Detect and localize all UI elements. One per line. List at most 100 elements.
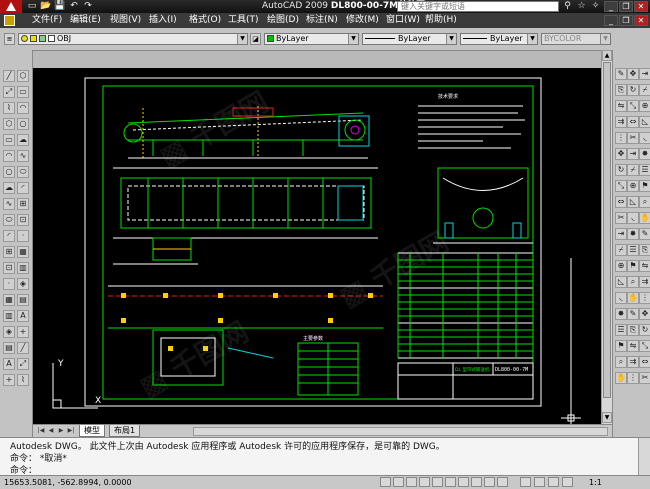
help-search-input[interactable]: 键入关键字或短语 [397,1,559,12]
scale-icon[interactable]: ⇉ [639,276,650,288]
offset-icon[interactable]: ✋ [639,212,650,224]
tab-model[interactable]: 模型 [79,425,105,437]
redo-icon[interactable]: ↷ [82,1,94,12]
region-icon[interactable]: ⊡ [17,214,29,226]
menu-window[interactable]: 窗口(W) [386,13,420,28]
scroll-down-icon[interactable]: ▼ [602,412,612,423]
insert-block-icon[interactable]: ⊞ [3,246,15,258]
gradient-icon[interactable]: ⊞ [17,198,29,210]
scroll-up-icon[interactable]: ▲ [602,50,612,61]
favorites-icon[interactable]: ✧ [589,1,602,12]
ducs-toggle-icon[interactable] [458,477,469,487]
chamfer-icon[interactable]: ✂ [639,372,650,384]
zoom-icon[interactable] [548,477,559,487]
rotate-icon[interactable]: ⇋ [639,260,650,272]
copy-icon[interactable]: ⚑ [639,180,650,192]
save-icon[interactable]: 💾 [54,1,66,12]
properties-icon[interactable]: ☰ [615,324,627,336]
doc-close-button[interactable]: ✕ [634,15,648,26]
break-icon[interactable]: ⤡ [639,340,650,352]
revision-cloud-icon[interactable]: ☁ [3,182,15,194]
rotate-icon[interactable]: ⋮ [627,372,639,384]
erase-icon[interactable]: ☰ [639,164,650,176]
autocad-logo-icon[interactable] [0,0,22,13]
arc-icon[interactable]: ◠ [3,150,15,162]
insert-block-icon[interactable]: ☁ [17,134,29,146]
layer-manager-icon[interactable]: ≡ [4,33,15,45]
mirror-icon[interactable]: ⌕ [639,196,650,208]
extend-icon[interactable]: ⇔ [627,116,639,128]
plotstyle-dropdown[interactable]: BYCOLOR ▼ [541,33,611,45]
hatch-icon[interactable]: ◜ [17,182,29,194]
layer-dropdown[interactable]: OBJ ▼ [18,33,248,45]
ellipse-icon[interactable]: ◠ [17,102,29,114]
lwt-toggle-icon[interactable] [484,477,495,487]
restore-button[interactable]: ❐ [619,1,633,12]
array-icon[interactable]: ⇋ [627,340,639,352]
break-icon[interactable]: ✂ [627,132,639,144]
properties-icon[interactable]: ◟ [627,212,639,224]
ortho-toggle-icon[interactable] [406,477,417,487]
line-icon[interactable]: ◈ [17,278,29,290]
last-tab-icon[interactable]: ▶| [66,426,76,436]
new-icon[interactable]: ▭ [26,1,38,12]
explode-icon[interactable]: ◺ [627,196,639,208]
menu-help[interactable]: 帮助(H) [425,13,457,28]
menu-tools[interactable]: 工具(T) [228,13,259,28]
qp-toggle-icon[interactable] [497,477,508,487]
match-icon[interactable]: ◺ [639,116,650,128]
arc-icon[interactable]: ⤢ [17,358,29,370]
grid-toggle-icon[interactable] [393,477,404,487]
circle-icon[interactable]: ⌇ [17,374,29,386]
properties-icon[interactable]: ⊕ [639,100,650,112]
trim-icon[interactable]: ✥ [639,308,650,320]
erase-icon[interactable]: ⌕ [627,276,639,288]
make-block-icon[interactable]: ∿ [17,150,29,162]
command-window[interactable]: Autodesk DWG。 此文件上次由 Autodesk 应用程序或 Auto… [0,437,650,476]
scale-icon[interactable]: ⤡ [615,180,627,192]
offset-icon[interactable]: ⇉ [615,116,627,128]
pan-icon[interactable]: ⚑ [627,260,639,272]
move-icon[interactable]: ✥ [615,148,627,160]
spline-icon[interactable]: ▭ [17,86,29,98]
polygon-icon[interactable]: ⬡ [3,118,15,130]
region-icon[interactable]: ◈ [3,326,15,338]
polygon-icon[interactable]: + [17,326,29,338]
menu-format[interactable]: 格式(O) [189,13,221,28]
break-icon[interactable]: ⌿ [615,244,627,256]
circle-icon[interactable]: ○ [3,166,15,178]
match-icon[interactable]: ✸ [627,228,639,240]
color-dropdown[interactable]: ByLayer ▼ [264,33,359,45]
stretch-icon[interactable]: ⋮ [639,292,650,304]
add-selected-icon[interactable]: + [3,374,15,386]
otrack-toggle-icon[interactable] [445,477,456,487]
drawing-canvas[interactable]: 主要参数 技术要求 DL800-00-7M DL 型带式输送机 Y X [33,68,601,424]
chamfer-icon[interactable]: ⌿ [627,164,639,176]
lineweight-dropdown[interactable]: ByLayer ▼ [460,33,538,45]
annotation-scale[interactable]: 1:1 [589,476,602,489]
extend-icon[interactable]: ↻ [639,324,650,336]
document-icon[interactable] [4,15,15,26]
add-selected-icon[interactable]: ▥ [17,262,29,274]
pan-icon[interactable]: ✸ [639,148,650,160]
trim-icon[interactable]: ⤡ [627,100,639,112]
construction-line-icon[interactable]: ⤢ [3,86,15,98]
table-icon[interactable]: ▤ [3,342,15,354]
close-button[interactable]: ✕ [634,1,648,12]
zoom-icon[interactable]: ⌕ [615,356,627,368]
ellipse-arc-icon[interactable]: ○ [17,118,29,130]
horizontal-scrollbar[interactable] [193,427,608,436]
copy-icon[interactable]: ⎘ [615,84,627,96]
move-icon[interactable]: ⇉ [627,356,639,368]
mirror-icon[interactable]: ✎ [627,308,639,320]
ellipse-icon[interactable]: ⬭ [3,214,15,226]
spline-icon[interactable]: ∿ [3,198,15,210]
first-tab-icon[interactable]: |◀ [36,426,46,436]
extend-icon[interactable]: ⇥ [615,228,627,240]
menu-edit[interactable]: 编辑(E) [70,13,101,28]
rectangle-icon[interactable]: ▭ [3,134,15,146]
osnap-toggle-icon[interactable] [432,477,443,487]
menu-dimension[interactable]: 标注(N) [306,13,338,28]
menu-modify[interactable]: 修改(M) [346,13,379,28]
move-icon[interactable]: ⎘ [639,244,650,256]
